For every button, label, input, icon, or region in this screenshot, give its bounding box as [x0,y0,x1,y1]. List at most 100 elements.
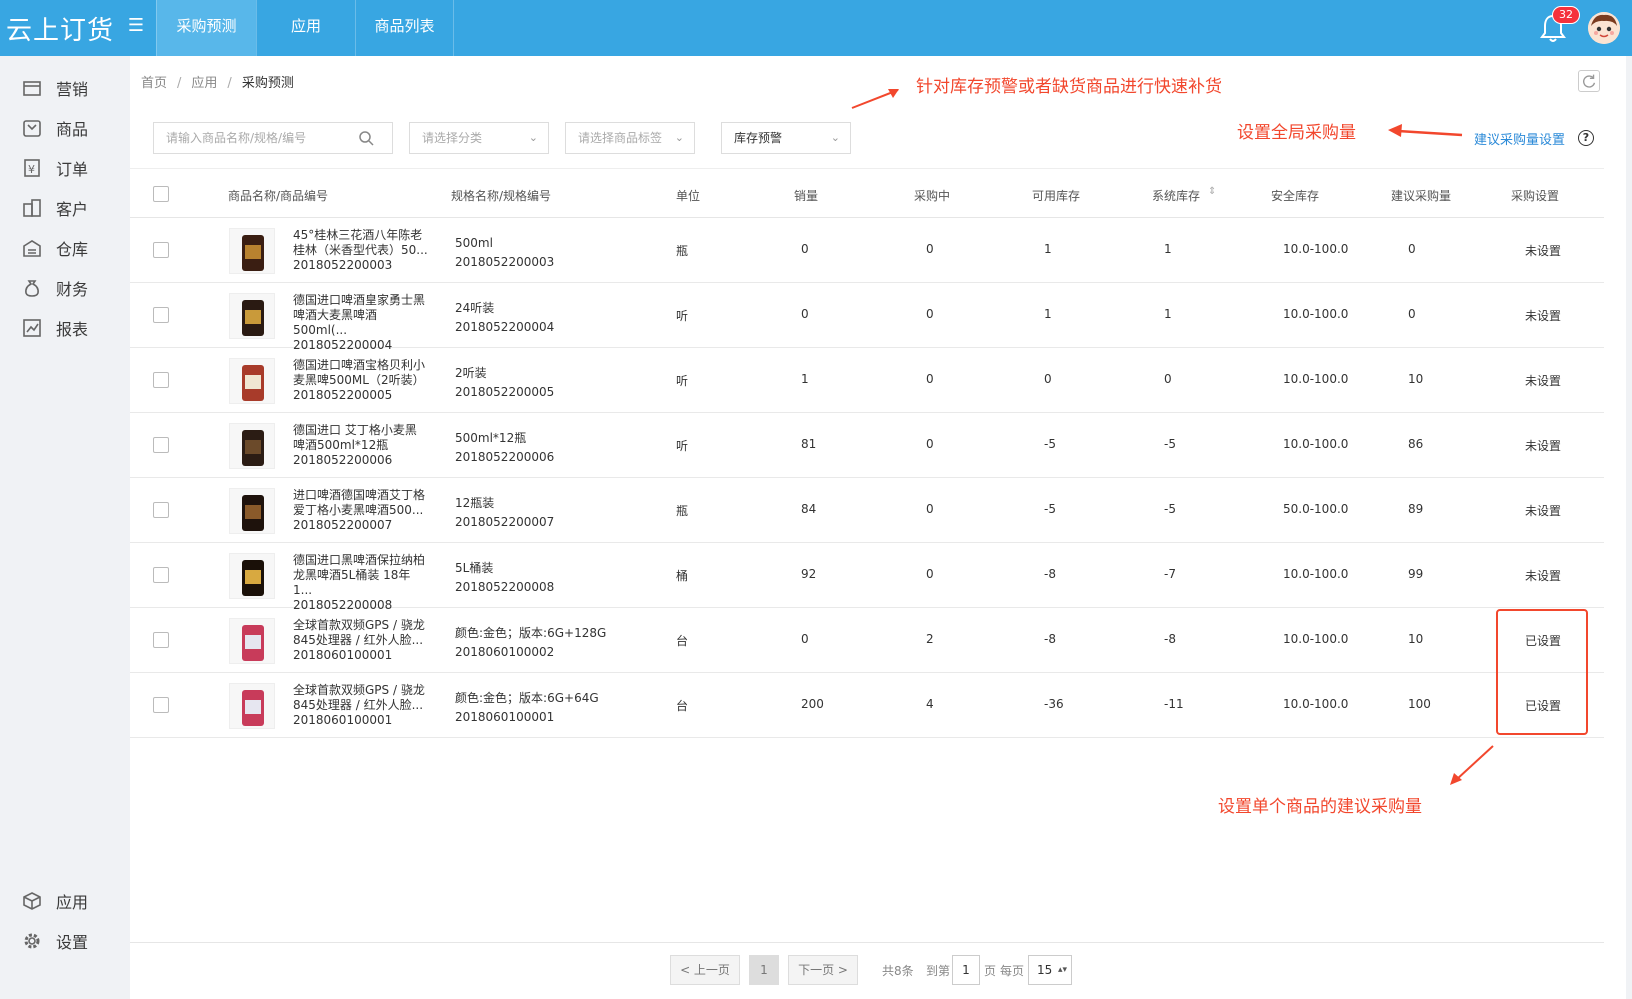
product-thumbnail[interactable] [229,228,275,274]
cell-setting[interactable]: 未设置 [1525,372,1561,389]
avatar[interactable] [1588,12,1620,44]
cell-setting[interactable]: 未设置 [1525,437,1561,454]
spec-info: 2听装 2018052200005 [455,364,554,402]
product-name[interactable]: 德国进口 艾丁格小麦黑啤酒500ml*12瓶 2018052200006 [293,423,428,468]
category-select-value: 请选择分类 [422,131,483,145]
cell-suggest: 86 [1408,437,1424,451]
cell-setting[interactable]: 未设置 [1525,242,1561,259]
sidebar-item-label: 客户 [56,200,89,219]
sidebar-item-label: 报表 [56,320,89,339]
tab-purchase-forecast[interactable]: 采购预测 [156,0,256,56]
sidebar-item-customers[interactable]: 客户 [22,196,88,220]
search-input[interactable]: 请输入商品名称/规格/编号 [153,122,393,154]
app-logo[interactable]: 云上订货 [6,10,114,47]
sidebar-item-warehouse[interactable]: 仓库 [22,236,88,260]
tab-apps[interactable]: 应用 [256,0,355,56]
cell-setting[interactable]: 未设置 [1525,307,1561,324]
spec-name: 2听装 [455,366,487,380]
cell-available: 1 [1044,307,1052,321]
sidebar-item-marketing[interactable]: 营销 [22,76,88,100]
product-thumbnail[interactable] [229,358,275,404]
prev-page-button[interactable]: < 上一页 [670,955,740,985]
cell-purchasing: 2 [926,632,934,646]
cell-available: -5 [1044,502,1056,516]
row-checkbox[interactable] [153,372,169,388]
cell-setting[interactable]: 未设置 [1525,502,1561,519]
menu-toggle-icon[interactable]: ☰ [126,16,146,36]
product-name[interactable]: 德国进口黑啤酒保拉纳柏龙黑啤酒5L桶装 18年1... 2018052200008 [293,553,428,613]
product-title: 全球首款双频GPS / 骁龙845处理器 / 红外人脸... [293,683,425,712]
product-name[interactable]: 全球首款双频GPS / 骁龙845处理器 / 红外人脸... 2018060100… [293,618,428,663]
spec-info: 500ml 2018052200003 [455,234,554,272]
row-checkbox[interactable] [153,632,169,648]
search-icon[interactable] [358,130,374,146]
sort-icon[interactable]: ⇕ [1208,186,1216,197]
pager-divider [130,942,1604,943]
table-row: 德国进口啤酒宝格贝利小麦黑啤500ML（2听装） 2018052200005 2听装… [130,348,1604,413]
sidebar-item-reports[interactable]: 报表 [22,316,88,340]
sidebar-item-apps[interactable]: 应用 [22,889,88,913]
row-checkbox[interactable] [153,242,169,258]
table-row: 德国进口 艾丁格小麦黑啤酒500ml*12瓶 2018052200006 500ml… [130,413,1604,478]
cell-unit: 瓶 [676,244,689,258]
row-checkbox[interactable] [153,307,169,323]
cell-suggest: 10 [1408,632,1424,646]
breadcrumb: 首页 / 应用 / 采购预测 [141,76,294,91]
tab-product-list[interactable]: 商品列表 [355,0,454,56]
page-1-button[interactable]: 1 [749,955,779,985]
sidebar-item-orders[interactable]: ¥ 订单 [22,156,88,180]
row-checkbox[interactable] [153,697,169,713]
spec-name: 颜色:金色；版本:6G+64G [455,691,599,705]
next-page-button[interactable]: 下一页 > [788,955,858,985]
breadcrumb-home[interactable]: 首页 [141,76,167,91]
product-thumbnail[interactable] [229,423,275,469]
sidebar-item-finance[interactable]: 财务 [22,276,88,300]
spec-name: 颜色:金色；版本:6G+128G [455,626,607,640]
product-thumbnail[interactable] [229,553,275,599]
arrow-icon [1450,745,1494,785]
cell-purchasing: 0 [926,307,934,321]
cell-setting[interactable]: 未设置 [1525,567,1561,584]
annotation-quick-restock: 针对库存预警或者缺货商品进行快速补货 [916,77,1222,97]
row-checkbox[interactable] [153,567,169,583]
category-select[interactable]: 请选择分类 ⌄ [409,122,549,154]
spec-code: 2018052200008 [455,580,555,594]
goto-page-input[interactable]: 1 [952,955,980,985]
chart-icon [22,318,42,338]
product-thumbnail[interactable] [229,618,275,664]
spec-info: 颜色:金色；版本:6G+64G 2018060100001 [455,689,599,727]
suggested-purchase-settings-link[interactable]: 建议采购量设置 [1474,129,1565,148]
col-system[interactable]: 系统库存 [1152,187,1200,204]
cell-available: -8 [1044,567,1056,581]
chevron-down-icon: ⌄ [674,131,684,144]
cell-sales: 0 [801,632,809,646]
product-name[interactable]: 45°桂林三花酒八年陈老桂林（米香型代表）50... 2018052200003 [293,228,428,273]
row-checkbox[interactable] [153,502,169,518]
cell-system: 1 [1164,307,1172,321]
stock-warning-select[interactable]: 库存预警 ⌄ [721,122,851,154]
help-icon[interactable]: ? [1578,130,1594,146]
breadcrumb-apps[interactable]: 应用 [191,76,217,91]
cube-icon [22,891,42,911]
building-icon [22,198,42,218]
spec-code: 2018052200006 [455,450,555,464]
sidebar-item-settings[interactable]: 设置 [22,929,88,953]
select-all-checkbox[interactable] [153,186,169,202]
sidebar-item-label: 仓库 [56,240,89,259]
cell-available: 1 [1044,242,1052,256]
product-thumbnail[interactable] [229,293,275,339]
product-name[interactable]: 全球首款双频GPS / 骁龙845处理器 / 红外人脸... 2018060100… [293,683,428,728]
sidebar-item-label: 营销 [56,80,89,99]
spec-name: 12瓶装 [455,496,495,510]
refresh-icon[interactable] [1578,70,1600,92]
product-name[interactable]: 进口啤酒德国啤酒艾丁格爱丁格小麦黑啤酒500... 2018052200007 [293,488,428,533]
row-checkbox[interactable] [153,437,169,453]
tag-select[interactable]: 请选择商品标签 ⌄ [565,122,695,154]
product-thumbnail[interactable] [229,488,275,534]
sidebar-item-products[interactable]: 商品 [22,116,88,140]
per-page-select[interactable]: 15 ▴▾ [1028,955,1072,985]
product-name[interactable]: 德国进口啤酒皇家勇士黑啤酒大麦黑啤酒500ml(... 2018052200004 [293,293,428,353]
product-thumbnail[interactable] [229,683,275,729]
product-icon [22,118,42,138]
product-name[interactable]: 德国进口啤酒宝格贝利小麦黑啤500ML（2听装） 2018052200005 [293,358,428,403]
